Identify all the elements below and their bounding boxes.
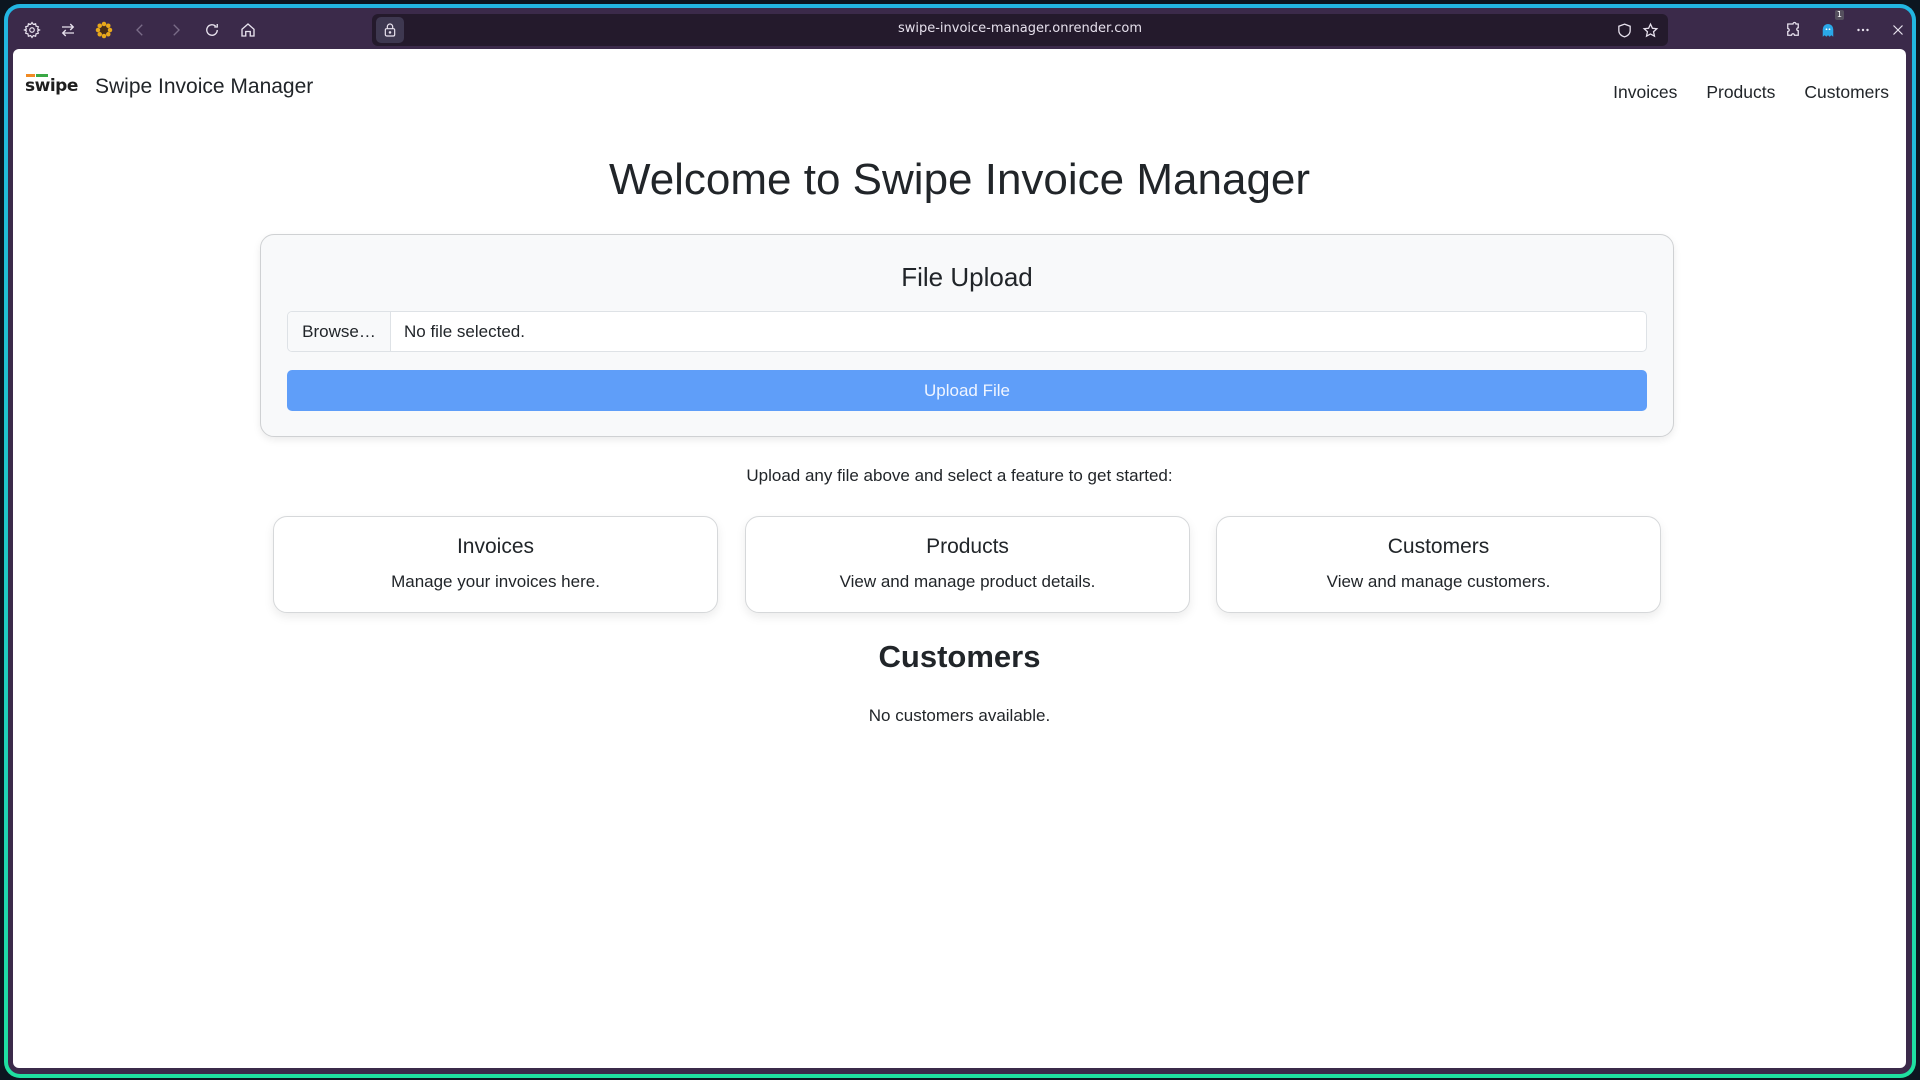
feature-card-products[interactable]: Products View and manage product details…: [745, 516, 1190, 613]
page-title: Welcome to Swipe Invoice Manager: [608, 155, 1311, 204]
puzzle-icon[interactable]: [1779, 16, 1807, 44]
star-icon[interactable]: [1639, 19, 1661, 41]
feature-card-customers[interactable]: Customers View and manage customers.: [1216, 516, 1661, 613]
reload-icon[interactable]: [198, 16, 226, 44]
nav-link-customers[interactable]: Customers: [1804, 82, 1889, 103]
logo-accent-orange: [26, 74, 35, 77]
more-horizontal-icon[interactable]: [1849, 16, 1877, 44]
shield-icon[interactable]: [1613, 19, 1635, 41]
feature-description: Manage your invoices here.: [391, 572, 600, 591]
ghost-icon[interactable]: 1: [1814, 10, 1844, 44]
feature-title: Customers: [1387, 535, 1490, 558]
file-input[interactable]: Browse… No file selected.: [287, 311, 1647, 352]
url-text[interactable]: swipe-invoice-manager.onrender.com: [372, 21, 1668, 36]
swipe-logo[interactable]: swipe: [25, 74, 78, 96]
gear-icon[interactable]: [18, 16, 46, 44]
instructions-text: Upload any file above and select a featu…: [746, 466, 1173, 485]
file-upload-title: File Upload: [901, 262, 1033, 292]
feature-title: Products: [926, 535, 1009, 558]
empty-customers-message: No customers available.: [868, 706, 1051, 725]
file-upload-card: File Upload Browse… No file selected. Up…: [260, 234, 1674, 437]
page-viewport: swipe Swipe Invoice Manager Invoices Pro…: [13, 49, 1906, 1068]
file-status: No file selected.: [404, 321, 525, 341]
nav-links: Invoices Products Customers: [1613, 82, 1889, 103]
customers-section-title: Customers: [878, 639, 1041, 674]
browser-window: swipe-invoice-manager.onrender.com 1 swi…: [8, 8, 1912, 1074]
window-frame: swipe-invoice-manager.onrender.com 1 swi…: [4, 4, 1916, 1078]
logo-accent-green: [36, 74, 48, 77]
feature-card-invoices[interactable]: Invoices Manage your invoices here.: [273, 516, 718, 613]
home-icon[interactable]: [234, 16, 262, 44]
nav-link-invoices[interactable]: Invoices: [1613, 82, 1677, 103]
browser-toolbar: swipe-invoice-manager.onrender.com 1: [8, 8, 1912, 52]
extension-badge: 1: [1834, 10, 1844, 20]
close-icon[interactable]: [1884, 16, 1912, 44]
upload-file-button[interactable]: Upload File: [287, 370, 1647, 411]
navbar: swipe Swipe Invoice Manager Invoices Pro…: [13, 49, 1906, 119]
chevron-left-icon[interactable]: [126, 16, 154, 44]
feature-title: Invoices: [456, 535, 535, 558]
url-bar[interactable]: swipe-invoice-manager.onrender.com: [372, 14, 1668, 46]
feature-description: View and manage customers.: [1326, 572, 1551, 591]
browse-button[interactable]: Browse…: [288, 312, 391, 351]
chevron-right-icon[interactable]: [162, 16, 190, 44]
swap-arrows-icon[interactable]: [54, 16, 82, 44]
brand-title[interactable]: Swipe Invoice Manager: [95, 75, 313, 99]
nav-link-products[interactable]: Products: [1706, 82, 1775, 103]
feature-description: View and manage product details.: [839, 572, 1096, 591]
logo-text: swipe: [25, 76, 78, 96]
sunflower-icon[interactable]: [90, 16, 118, 44]
